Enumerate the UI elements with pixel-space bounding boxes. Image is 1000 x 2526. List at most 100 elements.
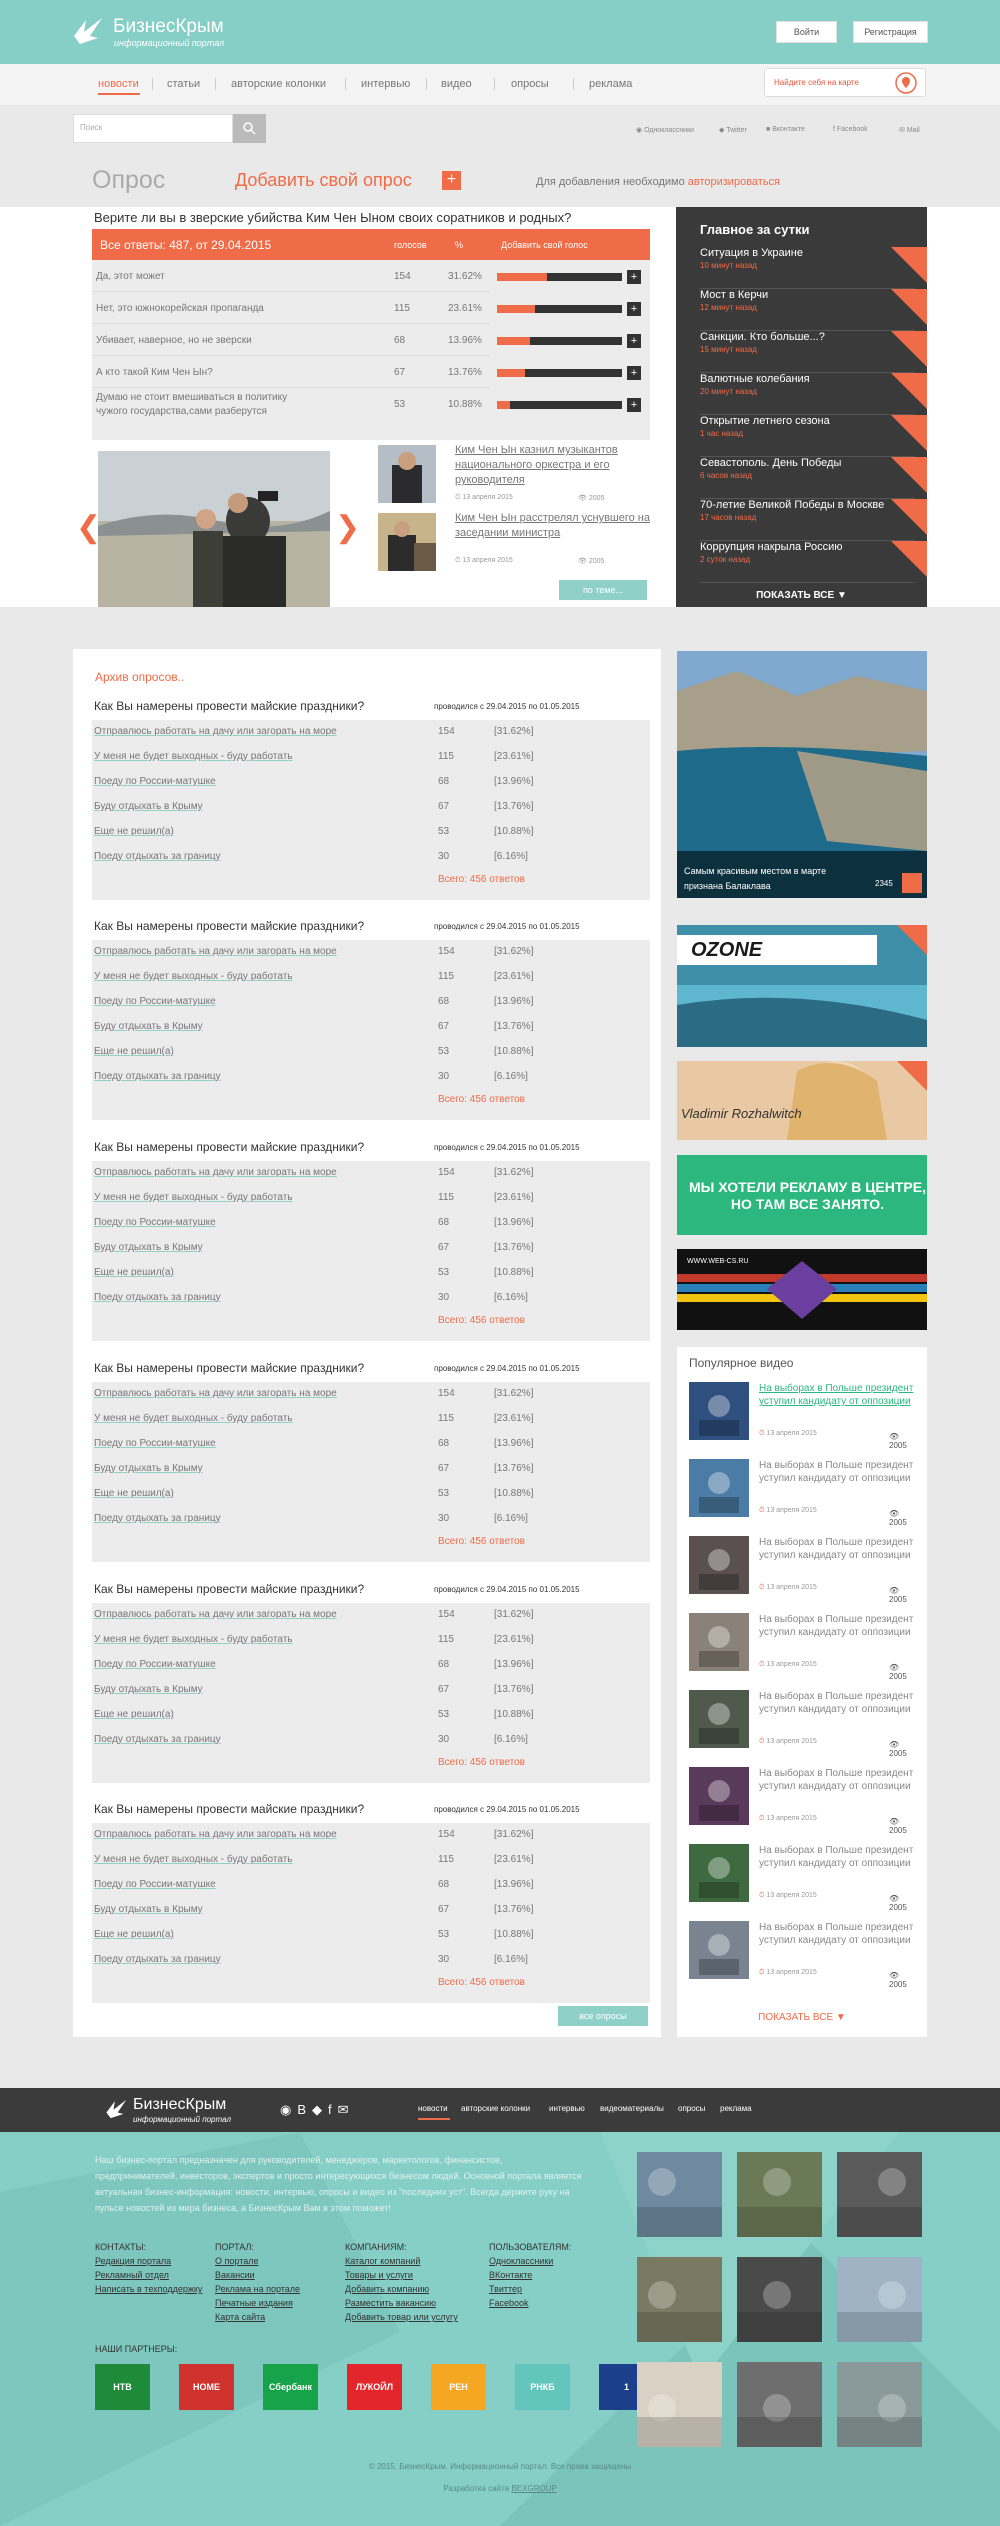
- gallery-image[interactable]: [637, 2152, 722, 2237]
- side-news-title[interactable]: Ким Чен Ын расстрелял уснувшего на засед…: [455, 511, 655, 541]
- footer-link[interactable]: Разместить вакансию: [345, 2296, 470, 2310]
- add-poll-plus-button[interactable]: +: [442, 171, 461, 190]
- video-thumb[interactable]: [689, 1690, 749, 1748]
- top-news-item[interactable]: Коррупция накрыла Россию 2 суток назад: [700, 541, 927, 583]
- archive-answer-text[interactable]: Отправлюсь работать на дачу или загорать…: [94, 946, 337, 957]
- share-icon[interactable]: [891, 331, 927, 367]
- social-odnoklassniki[interactable]: ◉ Одноклассники: [636, 126, 694, 134]
- nav-ads[interactable]: реклама: [589, 78, 632, 90]
- footer-link[interactable]: Написать в техподдержку: [95, 2282, 220, 2296]
- footer-link[interactable]: Редакция портала: [95, 2254, 220, 2268]
- archive-answer-text[interactable]: У меня не будет выходных - буду работать: [94, 1413, 293, 1424]
- archive-answer-text[interactable]: Отправлюсь работать на дачу или загорать…: [94, 726, 337, 737]
- social-twitter[interactable]: ◆ Twitter: [719, 126, 747, 134]
- popular-video-item[interactable]: На выборах в Польше президент уступил ка…: [689, 1613, 919, 1690]
- footer-link[interactable]: Карта сайта: [215, 2310, 340, 2324]
- top-news-show-all[interactable]: ПОКАЗАТЬ ВСЕ ▼: [676, 590, 927, 601]
- video-thumb[interactable]: [689, 1459, 749, 1517]
- top-news-item-title[interactable]: Севастополь. День Победы: [700, 457, 841, 469]
- gallery-image[interactable]: [837, 2362, 922, 2447]
- vote-plus-button[interactable]: +: [627, 398, 641, 412]
- footer-link[interactable]: Товары и услуги: [345, 2268, 470, 2282]
- developer-link[interactable]: BEXGROUP: [511, 2484, 556, 2493]
- web-cs-ad[interactable]: WWW.WEB-CS.RU: [677, 1249, 927, 1330]
- vote-plus-button[interactable]: +: [627, 270, 641, 284]
- footer-nav-ads[interactable]: реклама: [720, 2104, 752, 2113]
- archive-answer-text[interactable]: Буду отдыхать в Крыму: [94, 801, 203, 812]
- nav-articles[interactable]: статьи: [167, 78, 200, 90]
- top-news-item[interactable]: 70-летие Великой Победы в Москве 17 часов…: [700, 499, 927, 541]
- popular-video-item[interactable]: На выборах в Польше президент уступил ка…: [689, 1844, 919, 1921]
- video-title[interactable]: На выборах в Польше президент уступил ка…: [759, 1921, 919, 1947]
- popular-video-show-all[interactable]: ПОКАЗАТЬ ВСЕ ▼: [677, 2012, 927, 2023]
- popular-video-item[interactable]: На выборах в Польше президент уступил ка…: [689, 1382, 919, 1459]
- add-poll-link[interactable]: Добавить свой опрос: [235, 170, 412, 191]
- share-icon[interactable]: [891, 373, 927, 409]
- video-thumb[interactable]: [689, 1921, 749, 1979]
- archive-answer-text[interactable]: У меня не будет выходных - буду работать: [94, 1634, 293, 1645]
- gallery-image[interactable]: [737, 2257, 822, 2342]
- archive-answer-text[interactable]: Отправлюсь работать на дачу или загорать…: [94, 1167, 337, 1178]
- top-news-item-title[interactable]: Коррупция накрыла Россию: [700, 541, 843, 553]
- video-title[interactable]: На выборах в Польше президент уступил ка…: [759, 1382, 919, 1408]
- video-title[interactable]: На выборах в Польше президент уступил ка…: [759, 1536, 919, 1562]
- popular-video-item[interactable]: На выборах в Польше президент уступил ка…: [689, 1536, 919, 1613]
- archive-answer-text[interactable]: Буду отдыхать в Крыму: [94, 1904, 203, 1915]
- partner-logo[interactable]: РЕН: [431, 2364, 486, 2410]
- footer-nav-columns[interactable]: авторские колонки: [461, 2104, 530, 2113]
- ozone-ad[interactable]: OZONE: [677, 925, 927, 1047]
- footer-link[interactable]: О портале: [215, 2254, 340, 2268]
- top-news-item-title[interactable]: Валютные колебания: [700, 373, 810, 385]
- popular-video-item[interactable]: На выборах в Польше президент уступил ка…: [689, 1690, 919, 1767]
- search-input[interactable]: Поиск: [73, 114, 233, 143]
- share-icon[interactable]: [891, 289, 927, 325]
- archive-answer-text[interactable]: Поеду по России-матушке: [94, 776, 216, 787]
- footer-link[interactable]: Одноклассники: [489, 2254, 614, 2268]
- archive-answer-text[interactable]: Поеду отдыхать за границу: [94, 1292, 221, 1303]
- archive-answer-text[interactable]: Поеду по России-матушке: [94, 1217, 216, 1228]
- partner-logo[interactable]: ЛУКОЙЛ: [347, 2364, 402, 2410]
- archive-answer-text[interactable]: Поеду отдыхать за границу: [94, 1954, 221, 1965]
- archive-answer-text[interactable]: Буду отдыхать в Крыму: [94, 1463, 203, 1474]
- footer-link[interactable]: Каталог компаний: [345, 2254, 470, 2268]
- social-vkontakte[interactable]: ■ Вконтакте: [766, 126, 805, 133]
- partner-logo[interactable]: Сбербанк: [263, 2364, 318, 2410]
- archive-answer-text[interactable]: Поеду по России-матушке: [94, 1438, 216, 1449]
- archive-answer-text[interactable]: Поеду по России-матушке: [94, 1879, 216, 1890]
- more-on-topic-button[interactable]: по теме...: [559, 580, 647, 600]
- video-thumb[interactable]: [689, 1767, 749, 1825]
- side-news-thumb[interactable]: [378, 513, 436, 571]
- footer-link[interactable]: Вакансии: [215, 2268, 340, 2282]
- archive-answer-text[interactable]: У меня не будет выходных - буду работать: [94, 751, 293, 762]
- vote-plus-button[interactable]: +: [627, 366, 641, 380]
- top-news-item-title[interactable]: 70-летие Великой Победы в Москве: [700, 499, 884, 511]
- video-title[interactable]: На выборах в Польше президент уступил ка…: [759, 1459, 919, 1485]
- share-icon[interactable]: [902, 873, 922, 893]
- share-icon[interactable]: [891, 247, 927, 283]
- gallery-image[interactable]: [837, 2152, 922, 2237]
- partner-logo[interactable]: HOME CREDIT BANK: [179, 2364, 234, 2410]
- gallery-image[interactable]: [737, 2362, 822, 2447]
- archive-answer-text[interactable]: Отправлюсь работать на дачу или загорать…: [94, 1388, 337, 1399]
- vote-plus-button[interactable]: +: [627, 302, 641, 316]
- top-news-item-title[interactable]: Санкции. Кто больше...?: [700, 331, 825, 343]
- archive-answer-text[interactable]: Поеду отдыхать за границу: [94, 1513, 221, 1524]
- footer-link[interactable]: Реклама на портале: [215, 2282, 340, 2296]
- top-news-item[interactable]: Севастополь. День Победы 6 часов назад: [700, 457, 927, 499]
- nav-video[interactable]: видео: [441, 78, 472, 90]
- top-news-item-title[interactable]: Мост в Керчи: [700, 289, 768, 301]
- footer-bird-logo-icon[interactable]: [105, 2098, 129, 2120]
- archive-answer-text[interactable]: Отправлюсь работать на дачу или загорать…: [94, 1609, 337, 1620]
- gallery-image[interactable]: [637, 2257, 722, 2342]
- footer-nav-video[interactable]: видеоматериалы: [600, 2104, 664, 2113]
- footer-link[interactable]: Добавить товар или услугу: [345, 2310, 470, 2324]
- all-polls-button[interactable]: все опросы: [558, 2006, 648, 2026]
- logo-title[interactable]: БизнесКрым: [113, 16, 224, 38]
- footer-social-icons[interactable]: ◉B◆f✉: [280, 2102, 355, 2118]
- top-news-item[interactable]: Валютные колебания 20 минут назад: [700, 373, 927, 415]
- gallery-image[interactable]: [637, 2362, 722, 2447]
- authorize-link[interactable]: авторизироваться: [688, 176, 780, 188]
- nav-interview[interactable]: интервью: [361, 78, 410, 90]
- share-icon[interactable]: [891, 499, 927, 535]
- archive-answer-text[interactable]: У меня не будет выходных - буду работать: [94, 1192, 293, 1203]
